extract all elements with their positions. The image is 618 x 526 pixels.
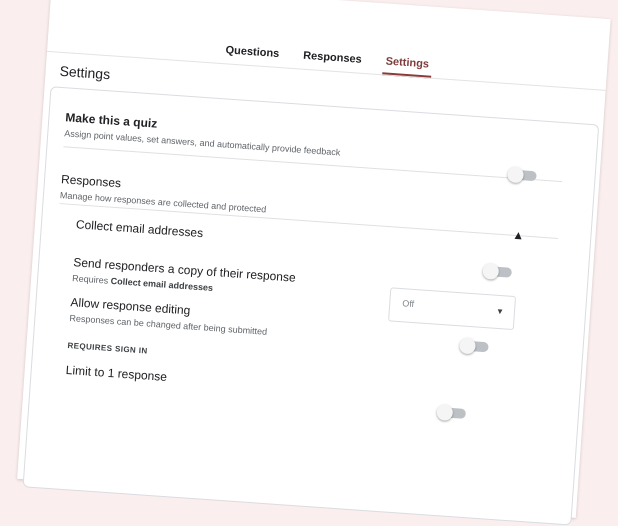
page-title: Settings xyxy=(59,62,111,83)
dropdown-arrow-icon: ▼ xyxy=(495,306,505,317)
quiz-description: Assign point values, set answers, and au… xyxy=(63,128,341,158)
select-value: Off xyxy=(401,298,415,310)
quiz-title: Make this a quiz xyxy=(64,110,158,131)
tab-bar: Questions Responses Settings xyxy=(47,32,607,91)
settings-panel: Questions Responses Settings Settings Ma… xyxy=(17,0,611,526)
collect-email-label: Collect email addresses xyxy=(75,217,204,241)
toggle-knob xyxy=(458,337,477,355)
requires-sign-in-label: REQUIRES SIGN IN xyxy=(67,340,148,356)
requires-prefix: Requires xyxy=(71,273,109,286)
toggle-knob xyxy=(436,403,454,421)
toggle-knob xyxy=(507,166,525,184)
responses-title: Responses xyxy=(60,172,122,191)
edit-toggle[interactable] xyxy=(458,337,489,355)
copy-option-select[interactable]: Off ▼ xyxy=(388,287,517,331)
collapse-chevron-up-icon[interactable]: ▲ xyxy=(512,228,525,243)
send-copy-toggle[interactable] xyxy=(482,262,513,280)
limit-toggle[interactable] xyxy=(436,403,467,421)
settings-card: Make this a quiz Assign point values, se… xyxy=(22,86,600,526)
edit-description: Responses can be changed after being sub… xyxy=(69,313,268,337)
requires-target: Collect email addresses xyxy=(110,275,214,293)
toggle-knob xyxy=(482,262,500,280)
limit-title: Limit to 1 response xyxy=(65,362,168,384)
quiz-toggle[interactable] xyxy=(507,166,537,184)
